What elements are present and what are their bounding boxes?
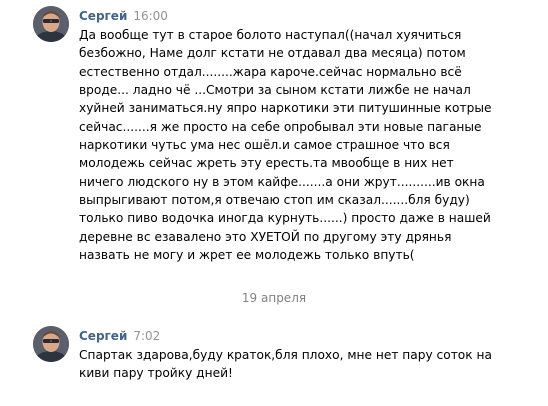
message-line: Спартак здарова,буду краток,бля плохо, м… [79, 348, 492, 362]
message-line: киви пару тройку дней! [79, 366, 233, 381]
avatar-photo [33, 326, 69, 362]
message-line: назвать не могу и жрет ее молодежь тольк… [79, 248, 415, 263]
date-separator: 19 апреля [241, 291, 307, 305]
avatar-photo [33, 6, 69, 42]
message-time[interactable]: 16:00 [133, 9, 168, 23]
chat-history: Сергей 16:00 Да вообще тут в старое болот… [0, 0, 548, 406]
avatar[interactable] [33, 326, 69, 362]
message-text: Да вообще тут в старое болото наступал((… [79, 26, 539, 264]
message-line: сейчас.......я же просто на себе опробыв… [79, 119, 482, 134]
message-line: выпрыгивают потом,я отвечаю стоп им сказ… [79, 193, 470, 208]
message-line: молодежь сейчас жреть эту ересть.та мвоо… [79, 156, 454, 171]
message-line: естественно отдал........жара кароче.сей… [79, 64, 462, 79]
message-line: безбожно, Наме долг кстати не отдавал дв… [79, 46, 466, 61]
author-name[interactable]: Сергей [79, 329, 127, 343]
message-header: Сергей 16:00 [79, 7, 168, 24]
message-line: ничего людского ну в этом кайфе.......а … [79, 174, 485, 189]
message-header: Сергей 7:02 [79, 327, 160, 344]
message-text: Спартак здарова,буду краток,бля плохо, м… [79, 346, 539, 383]
message-line: только пиво водочка иногда курнуть......… [79, 211, 491, 226]
message-line: наркотики чутьс ума нес ошёл.и самое стр… [79, 138, 450, 153]
message-line: хуйней заниматься.ну япро наркотики эти … [79, 101, 492, 116]
avatar[interactable] [33, 6, 69, 42]
author-name[interactable]: Сергей [79, 9, 127, 23]
message-line: Да вообще тут в старое болото наступал((… [79, 28, 462, 42]
message-time[interactable]: 7:02 [133, 329, 160, 343]
message-line: деревне вс езавалено это ХУЕТОЙ по друго… [79, 229, 452, 244]
message-line: вроде... ладно чё ...Смотри за сыном кст… [79, 83, 471, 98]
